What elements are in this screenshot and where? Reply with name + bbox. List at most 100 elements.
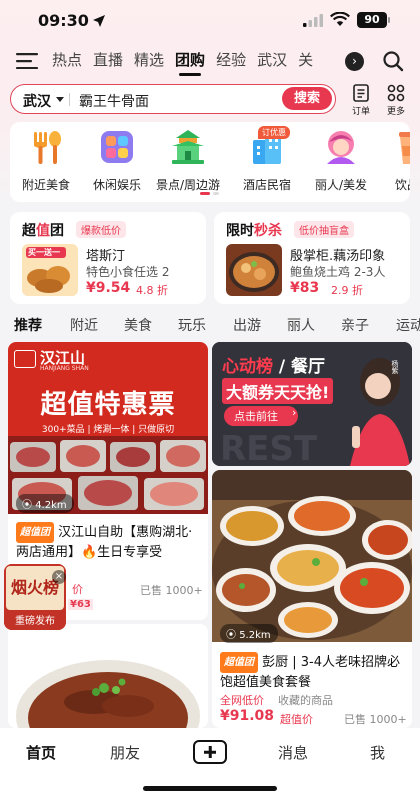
category-beauty[interactable]: 丽人/美发: [306, 128, 376, 193]
feed-tab-food[interactable]: 美食: [124, 315, 152, 335]
nav-me[interactable]: 我: [370, 742, 385, 763]
feed-tab-play[interactable]: 玩乐: [178, 315, 206, 335]
location-pin-icon: ⦿: [22, 500, 36, 511]
category-leisure[interactable]: 休闲娱乐: [82, 128, 152, 193]
feed-card-noodles[interactable]: [8, 624, 208, 728]
deal-shop-name: 殷掌柜.藕汤印象: [290, 249, 386, 264]
deal-image: 买一送一: [22, 244, 78, 296]
drink-icon: [399, 132, 410, 164]
svg-text:REST: REST: [220, 429, 318, 466]
super-value-badge: 超值团: [220, 652, 258, 673]
tab-follow[interactable]: 关: [298, 44, 313, 78]
create-plus-icon[interactable]: [193, 740, 227, 764]
feed-tab-nearby[interactable]: 附近: [70, 315, 98, 335]
deal-price: ¥83: [290, 280, 320, 296]
feed-tab-sports[interactable]: 运动: [396, 315, 420, 335]
deal-image: [226, 244, 282, 296]
feed-tab-beauty[interactable]: 丽人: [287, 315, 315, 335]
category-nearby-food[interactable]: 附近美食: [11, 128, 81, 193]
channel-tabs: 热点 直播 精选 团购 经验 武汉关: [52, 44, 342, 78]
hotel-promo-badge: 订优惠: [258, 126, 290, 139]
deal-discount: 4.8 折: [136, 284, 168, 297]
beauty-icon: [327, 131, 355, 164]
tab-live[interactable]: 直播: [93, 44, 123, 78]
page-dot-active: [200, 192, 210, 195]
more-label: 更多: [386, 107, 405, 117]
nav-friends[interactable]: 朋友: [110, 742, 140, 763]
orders-button[interactable]: 订单: [346, 84, 376, 118]
home-indicator: [143, 786, 277, 791]
hot-list-banner[interactable]: REST 心动榜 / 餐厅 大额券天天抢! 点击前往 › 杨紫: [212, 342, 412, 466]
distance-text: 4.2km: [35, 500, 67, 511]
deal-tag: 低价抽盲盒: [294, 221, 354, 238]
order-icon: [353, 84, 369, 102]
feed-tab-family[interactable]: 亲子: [341, 315, 369, 335]
category-hotel[interactable]: 订优惠 酒店民宿: [232, 126, 302, 193]
nav-messages[interactable]: 消息: [278, 742, 308, 763]
pavilion-icon: [172, 130, 204, 164]
deal-price: ¥9.54: [86, 280, 131, 296]
feed-tab-travel[interactable]: 出游: [233, 315, 261, 335]
tab-wuhan[interactable]: 武汉: [257, 44, 287, 78]
battery-nub: [388, 17, 390, 23]
price-label: 超值价: [280, 713, 313, 726]
tab-hot[interactable]: 热点: [52, 44, 82, 78]
page-indicator: [200, 192, 220, 195]
city-selector[interactable]: 武汉: [23, 91, 51, 111]
distance-pill: ⦿ 5.2km: [220, 624, 278, 643]
brand-name-en: HANJIANG SHAN: [40, 365, 89, 372]
category-label: 丽人/美发: [314, 178, 368, 192]
feed-tab-recommend[interactable]: 推荐: [14, 315, 42, 335]
deal-image-text: 买一送一: [28, 248, 60, 257]
fork-spoon-icon: [34, 131, 61, 164]
category-scenic[interactable]: 景点/周边游: [153, 128, 223, 193]
page-dot: [213, 192, 219, 195]
feed-card-pengchu[interactable]: ⦿ 5.2km 超值团 彭厨 | 3-4人老味招牌必饱超值美食套餐 全网低价 收…: [212, 470, 412, 728]
banner-subtitle: 300+菜品 | 烤涮一体 | 只做原切: [41, 425, 175, 435]
beef-noodle-image: [8, 624, 208, 728]
grid-icon: [387, 84, 405, 102]
celebrity-name: 杨紫: [391, 360, 399, 374]
chevron-right-icon[interactable]: ›: [345, 52, 364, 71]
tab-group-buy[interactable]: 团购: [175, 44, 205, 78]
flash-sale-deal-card[interactable]: 限时秒杀 低价抽盲盒 殷掌柜.藕汤印象 鲍鱼烧土鸡 2-3人 ¥83 2.9 折: [214, 212, 410, 304]
category-label: 休闲娱乐: [92, 178, 141, 192]
signal-icon: [303, 14, 323, 27]
search-input[interactable]: 霸王牛骨面: [79, 91, 149, 111]
card-banner: 汉江山 HANJIANG SHAN 超值特惠票 300+菜品 | 烤涮一体 | …: [8, 342, 208, 514]
category-drinks[interactable]: 饮品: [372, 128, 410, 193]
deal-heading: 限时秒杀: [226, 223, 282, 239]
deal-description: 特色小食任选 2: [86, 265, 170, 279]
status-time: 09:30: [38, 11, 89, 30]
deal-tag: 爆款低价: [76, 221, 126, 238]
sold-count: 已售 1000+: [140, 584, 203, 597]
deal-shop-name: 塔斯汀: [86, 249, 126, 264]
caret-down-icon: [56, 97, 64, 102]
search-button[interactable]: 搜索: [282, 87, 332, 110]
tab-experience[interactable]: 经验: [216, 44, 246, 78]
card-price: ¥63: [68, 599, 93, 610]
category-label: 酒店民宿: [242, 178, 291, 192]
category-label: 附近美食: [21, 178, 70, 192]
banner-headline: 大额券天天抢!: [222, 378, 334, 404]
tab-featured[interactable]: 精选: [134, 44, 164, 78]
feed-tabs: 推荐 附近 美食 玩乐 出游 丽人 亲子 运动: [0, 312, 420, 338]
orders-label: 订单: [351, 107, 370, 117]
lowest-price-tag: 全网低价: [220, 694, 264, 707]
wifi-icon: [330, 12, 350, 26]
location-pin-icon: ⦿: [226, 630, 240, 641]
location-arrow-icon: [93, 15, 105, 27]
go-now-button[interactable]: 点击前往: [224, 406, 298, 426]
distance-text: 5.2km: [239, 630, 271, 641]
nav-home[interactable]: 首页: [26, 742, 56, 763]
search-icon[interactable]: [382, 50, 404, 72]
more-button[interactable]: 更多: [381, 84, 411, 118]
category-label: 景点/周边游: [155, 178, 221, 192]
search-bar[interactable]: 武汉 霸王牛骨面 搜索: [10, 84, 336, 114]
close-icon[interactable]: ×: [52, 570, 66, 584]
chevron-right-icon: ›: [292, 406, 297, 419]
super-value-deal-card[interactable]: 超值团 爆款低价 买一送一 塔斯汀 特色小食任选 2 ¥9.54 4.8 折: [10, 212, 206, 304]
chicken-soup-image: [226, 244, 282, 296]
menu-icon[interactable]: [16, 53, 38, 69]
distance-pill: ⦿ 4.2km: [16, 494, 74, 513]
